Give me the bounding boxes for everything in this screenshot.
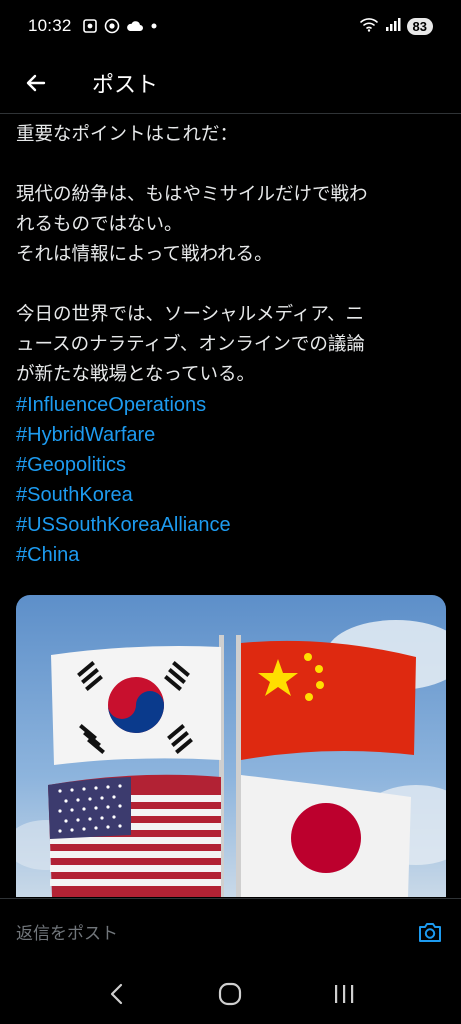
battery-indicator: 83 (406, 17, 433, 35)
nav-home-button[interactable] (205, 969, 255, 1019)
nav-back-button[interactable] (92, 969, 142, 1019)
post-line: が新たな戦場となっている。 (16, 364, 256, 385)
post-line: それは情報によって戦われる。 (16, 244, 273, 265)
chevron-left-icon (110, 983, 122, 1005)
status-notification-icons (82, 18, 158, 34)
reply-input[interactable]: 返信をポスト (16, 919, 118, 944)
nav-recents-button[interactable] (319, 969, 369, 1019)
status-bar: 10:32 83 (0, 0, 461, 52)
system-nav-bar (0, 964, 461, 1024)
signal-icon (385, 16, 401, 37)
page-title: ポスト (92, 72, 159, 98)
hashtag-link[interactable]: #China (16, 540, 446, 570)
back-button[interactable] (0, 52, 72, 114)
post-line: 重要なポイントはこれだ： (16, 124, 239, 145)
post-text: 重要なポイントはこれだ： 現代の紛争は、もはやミサイルだけで戦わ れるものではな… (16, 120, 446, 570)
hashtag-link[interactable]: #Geopolitics (16, 450, 446, 480)
post-line: れるものではない。 (16, 214, 183, 235)
dot-icon (150, 22, 158, 30)
hashtag-link[interactable]: #InfluenceOperations (16, 390, 446, 420)
south-korea-flag (51, 646, 221, 765)
reply-bar: 返信をポスト (0, 898, 461, 964)
header: ポスト (0, 52, 461, 114)
china-flag (241, 640, 416, 760)
usa-flag (48, 774, 221, 897)
hashtag-link[interactable]: #SouthKorea (16, 480, 446, 510)
recents-icon (335, 985, 354, 1003)
post-line: 今日の世界では、ソーシャルメディア、ニ (16, 304, 364, 325)
camera-icon (419, 922, 441, 942)
status-time: 10:32 (28, 16, 72, 35)
hashtag-link[interactable]: #USSouthKoreaAlliance (16, 510, 446, 540)
status-right: 83 (359, 16, 433, 37)
cloud-icon (126, 19, 144, 33)
chrome-icon (104, 18, 120, 34)
post-image[interactable] (16, 595, 446, 897)
wifi-icon (359, 16, 379, 37)
camera-button[interactable] (415, 917, 445, 947)
circle-home-icon (219, 982, 242, 1006)
arrow-left-icon (26, 74, 46, 91)
screenshot-icon (82, 18, 98, 34)
hashtag-link[interactable]: #HybridWarfare (16, 420, 446, 450)
post-line: ュースのナラティブ、オンラインでの議論 (16, 334, 365, 355)
post-line: 現代の紛争は、もはやミサイルだけで戦わ (16, 184, 368, 205)
